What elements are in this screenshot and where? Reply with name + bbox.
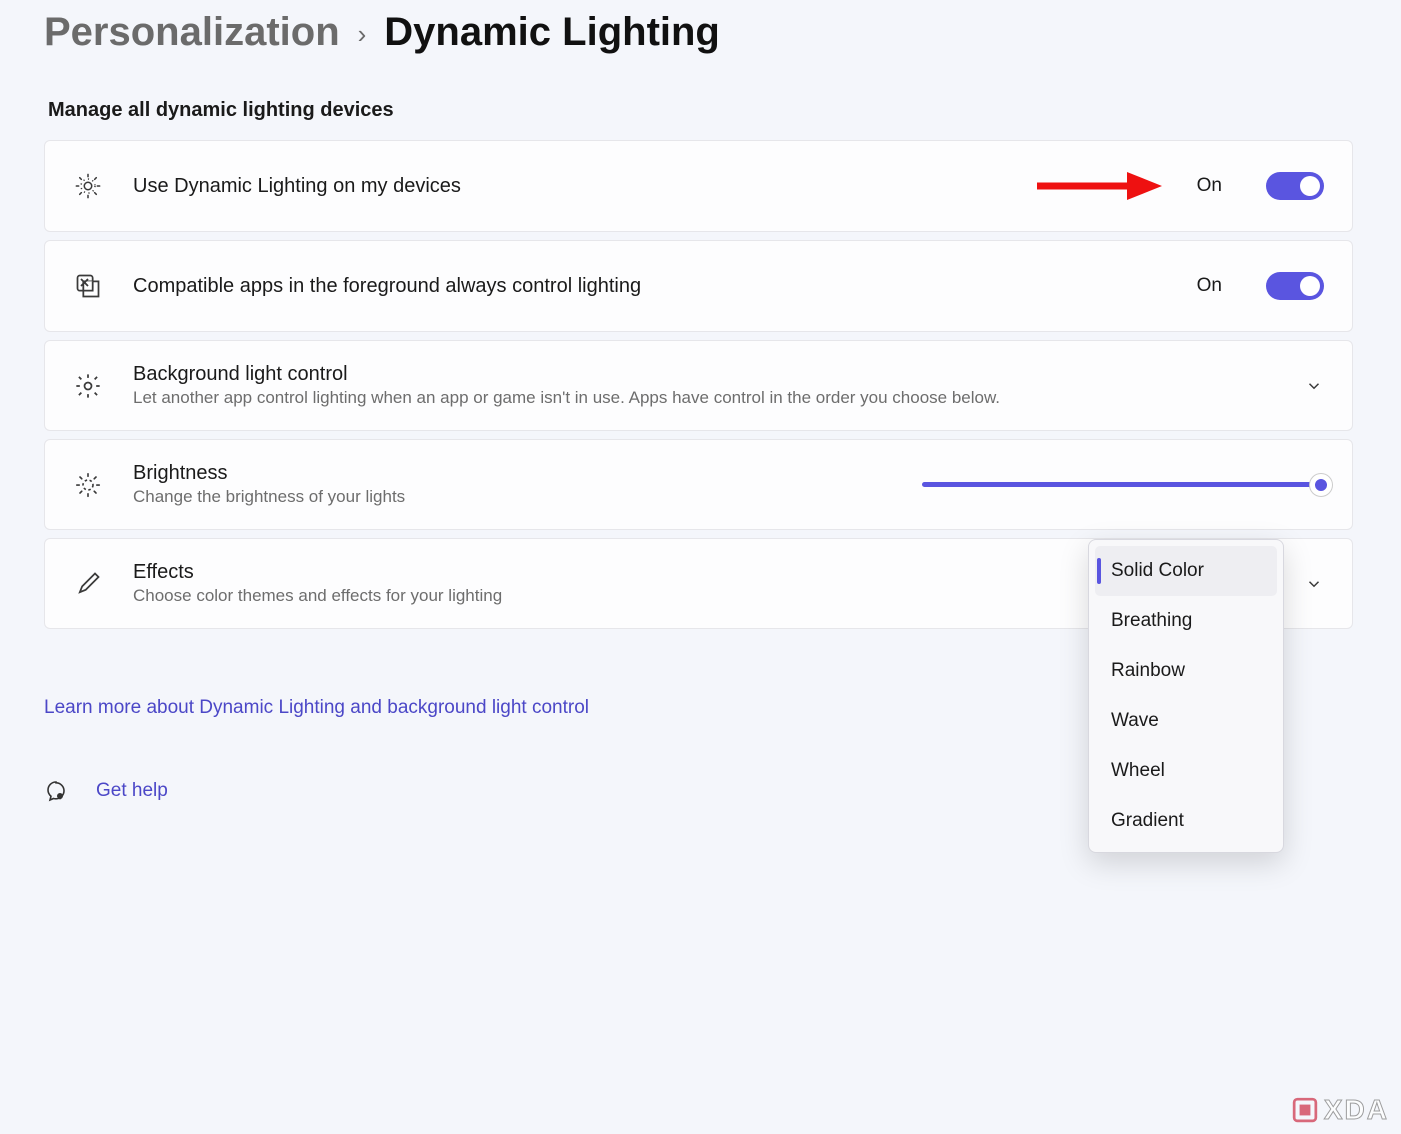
setting-title: Compatible apps in the foreground always… <box>133 275 1167 298</box>
dynamic-lighting-icon <box>73 171 103 201</box>
card-use-dynamic-lighting: Use Dynamic Lighting on my devices On <box>44 140 1353 232</box>
xda-logo-icon <box>1292 1097 1318 1123</box>
dropdown-item-rainbow[interactable]: Rainbow <box>1095 646 1277 696</box>
brightness-slider[interactable] <box>922 482 1322 487</box>
chevron-down-icon <box>1304 574 1324 594</box>
setting-title: Brightness <box>133 462 892 485</box>
breadcrumb: Personalization › Dynamic Lighting <box>44 10 1353 55</box>
learn-more-link[interactable]: Learn more about Dynamic Lighting and ba… <box>44 697 589 719</box>
gear-icon <box>73 371 103 401</box>
get-help-link[interactable]: Get help <box>96 780 168 802</box>
setting-description: Choose color themes and effects for your… <box>133 586 1044 606</box>
dropdown-item-solid-color[interactable]: Solid Color <box>1095 546 1277 596</box>
dropdown-item-gradient[interactable]: Gradient <box>1095 796 1277 846</box>
help-icon: ? <box>44 779 68 803</box>
section-label: Manage all dynamic lighting devices <box>48 99 1349 122</box>
page-title: Dynamic Lighting <box>384 10 720 55</box>
brush-icon <box>73 569 103 599</box>
setting-title: Effects <box>133 561 1044 584</box>
dropdown-item-breathing[interactable]: Breathing <box>1095 596 1277 646</box>
toggle-use-dynamic-lighting[interactable] <box>1266 172 1324 200</box>
watermark-text: XDA <box>1324 1094 1389 1126</box>
slider-thumb-icon[interactable] <box>1310 474 1332 496</box>
card-background-light-control[interactable]: Background light control Let another app… <box>44 340 1353 431</box>
toggle-compatible-apps[interactable] <box>1266 272 1324 300</box>
card-compatible-apps: Compatible apps in the foreground always… <box>44 240 1353 332</box>
setting-description: Change the brightness of your lights <box>133 487 892 507</box>
effects-dropdown: Solid Color Breathing Rainbow Wave Wheel… <box>1088 539 1284 853</box>
chevron-right-icon: › <box>358 19 367 50</box>
setting-description: Let another app control lighting when an… <box>133 388 1274 408</box>
setting-title: Use Dynamic Lighting on my devices <box>133 175 1167 198</box>
dropdown-item-wheel[interactable]: Wheel <box>1095 746 1277 796</box>
card-effects[interactable]: Effects Choose color themes and effects … <box>44 538 1353 629</box>
toggle-state-label: On <box>1197 275 1222 297</box>
brightness-icon <box>73 470 103 500</box>
dropdown-item-wave[interactable]: Wave <box>1095 696 1277 746</box>
breadcrumb-parent[interactable]: Personalization <box>44 10 340 55</box>
apps-icon <box>73 271 103 301</box>
toggle-state-label: On <box>1197 175 1222 197</box>
chevron-down-icon <box>1304 376 1324 396</box>
watermark: XDA <box>1292 1094 1389 1126</box>
setting-title: Background light control <box>133 363 1274 386</box>
svg-text:?: ? <box>59 794 62 799</box>
card-brightness: Brightness Change the brightness of your… <box>44 439 1353 530</box>
